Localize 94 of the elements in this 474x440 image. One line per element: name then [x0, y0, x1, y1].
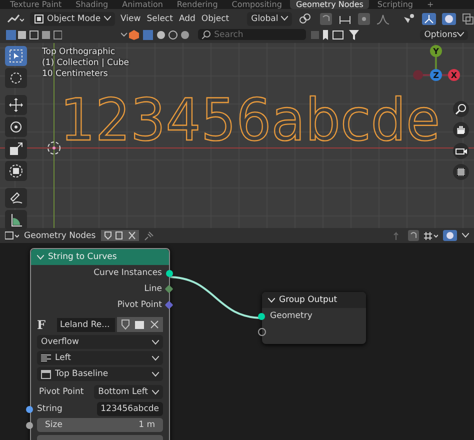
options-dropdown[interactable]: Options: [420, 30, 468, 40]
mode-dropdown[interactable]: Object Mode: [30, 12, 115, 26]
editor-type-icon[interactable]: [5, 230, 19, 240]
menu-item[interactable]: Object: [201, 14, 230, 24]
node-tree-buttons[interactable]: [100, 230, 139, 241]
node-header[interactable]: Group Output: [262, 292, 366, 308]
socket-label: Pivot Point: [117, 300, 162, 310]
proportional-edit-icon[interactable]: [358, 12, 370, 24]
dashed-circle-icon: [9, 71, 23, 85]
editor-type-icon[interactable]: [6, 12, 24, 24]
ruler-icon: [9, 213, 23, 227]
move-tool[interactable]: [5, 95, 27, 115]
measure-tool[interactable]: [5, 210, 27, 230]
pencil-icon: [9, 191, 23, 205]
annotate-tool[interactable]: [5, 188, 27, 208]
select-mode-icons[interactable]: [6, 30, 62, 40]
scale-icon: [9, 142, 23, 156]
visibility-icon[interactable]: [402, 12, 416, 24]
field-label: Pivot Point: [39, 387, 85, 397]
search-icon: [202, 30, 212, 39]
caret-icon[interactable]: [462, 233, 469, 238]
pin-icon[interactable]: [144, 230, 154, 240]
snap-icon[interactable]: [320, 12, 332, 24]
input-socket[interactable]: [26, 422, 33, 428]
menu-item[interactable]: View: [120, 14, 141, 24]
caret-icon: [152, 356, 159, 360]
workspace-tab[interactable]: Compositing: [226, 0, 288, 9]
input-socket[interactable]: [26, 406, 33, 412]
socket-label: Curve Instances: [94, 268, 162, 278]
empty-socket[interactable]: [258, 328, 266, 336]
move-arrows-icon: [9, 98, 23, 112]
font-field[interactable]: Leland Re...: [57, 318, 115, 332]
workspace-tab[interactable]: Shading: [70, 0, 114, 9]
caret-icon: [152, 340, 159, 344]
socket-label: Line: [144, 284, 162, 294]
select-box-tool[interactable]: [5, 46, 27, 66]
caret-icon: [268, 298, 275, 302]
output-socket[interactable]: [164, 300, 174, 310]
caret-icon: [152, 372, 159, 376]
xray-icon[interactable]: [462, 12, 474, 24]
falloff-icon[interactable]: [376, 12, 390, 24]
cursor-tool[interactable]: [5, 68, 27, 88]
gizmo-toggle-icon[interactable]: [422, 12, 436, 24]
caret-icon: [104, 16, 111, 21]
transform-tool[interactable]: [5, 161, 27, 181]
number-field[interactable]: Size 1 m: [37, 418, 163, 432]
hand-icon[interactable]: [453, 122, 469, 138]
camera-icon[interactable]: [453, 143, 469, 159]
orientation-dropdown[interactable]: Global: [247, 12, 292, 26]
add-workspace-button[interactable]: +: [421, 0, 440, 9]
node-header[interactable]: String to Curves: [31, 249, 169, 265]
overlay-toggle-icon[interactable]: [442, 12, 456, 24]
workspace-tab[interactable]: Animation: [116, 0, 169, 9]
align-left-icon: [41, 354, 51, 362]
input-socket[interactable]: [258, 312, 265, 320]
transform-icon: [9, 164, 23, 178]
viewport-info-text: (1) Collection | Cube: [42, 58, 130, 68]
output-socket[interactable]: [164, 284, 174, 294]
caret-icon: [281, 16, 288, 21]
workspace-tab[interactable]: Scripting: [371, 0, 419, 9]
grid-icon[interactable]: [453, 164, 469, 180]
dropdown[interactable]: Top Baseline: [37, 367, 163, 381]
3d-cursor-icon: [46, 140, 62, 156]
output-socket[interactable]: [166, 270, 173, 276]
filter-icon[interactable]: [311, 30, 362, 40]
zoom-icon[interactable]: [453, 101, 469, 117]
workspace-tab[interactable]: Rendering: [170, 0, 224, 9]
socket-label: String: [37, 404, 64, 414]
workspace-tab[interactable]: Geometry Nodes: [290, 0, 370, 9]
object-mode-icon: [34, 14, 44, 24]
scale-tool[interactable]: [5, 139, 27, 159]
snap-icon[interactable]: [408, 230, 419, 241]
font-buttons[interactable]: [117, 317, 163, 332]
node-tree-name[interactable]: Geometry Nodes: [24, 230, 96, 240]
overlay-toggle-icon[interactable]: [443, 230, 457, 241]
viewport-info-text: Top Orthographic: [42, 47, 116, 57]
string-field[interactable]: 123456abcde: [96, 402, 163, 416]
dropdown[interactable]: Bottom Left: [94, 385, 163, 399]
font-icon[interactable]: F: [37, 318, 55, 332]
snap-target-icon[interactable]: [424, 230, 438, 240]
text-box-icon: [41, 370, 51, 378]
dropdown[interactable]: Left: [37, 351, 163, 365]
select-box-icon: [9, 49, 23, 63]
rotate-icon: [9, 120, 23, 134]
dropdown[interactable]: Overflow: [37, 335, 163, 349]
workspace-tab[interactable]: Texture Paint: [4, 0, 68, 9]
caret-icon: [457, 32, 464, 36]
socket-label: Geometry: [270, 311, 312, 321]
rotate-tool[interactable]: [5, 117, 27, 137]
menu-item[interactable]: Add: [178, 14, 196, 24]
caret-icon: [37, 254, 44, 260]
viewport-info-text: 10 Centimeters: [42, 69, 109, 79]
caret-icon: [152, 390, 159, 394]
menu-item[interactable]: Select: [146, 14, 173, 24]
